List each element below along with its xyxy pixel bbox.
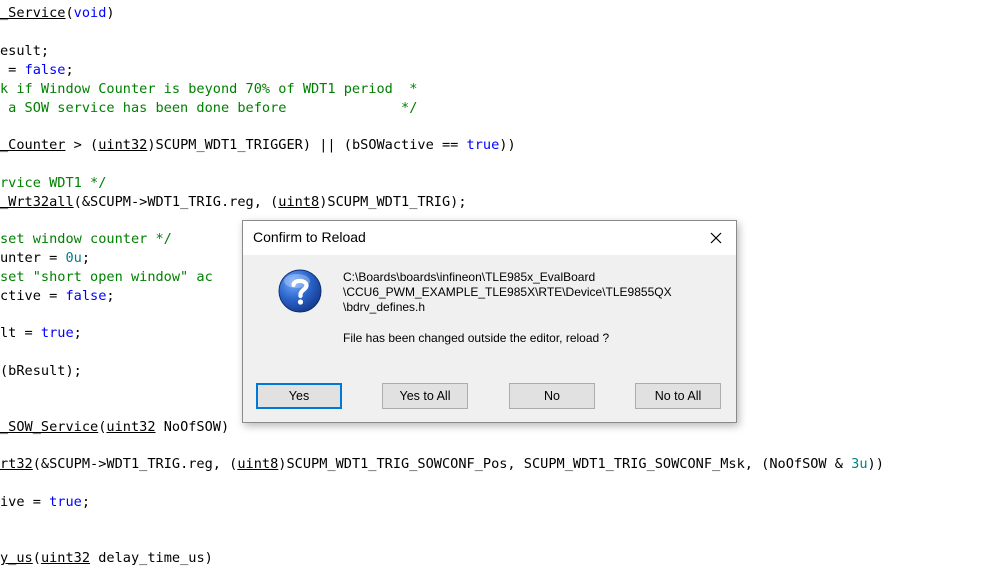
dialog-titlebar: Confirm to Reload [243, 221, 736, 255]
code-token: )SCUPM_WDT1_TRIG); [319, 194, 467, 210]
code-line: (bResult); [0, 362, 82, 380]
code-token: void [73, 5, 107, 21]
code-line: esult; [0, 42, 49, 60]
yes-button[interactable]: Yes [256, 383, 342, 409]
code-token: _SOW_Service [0, 419, 99, 435]
code-token: set "short open window" ac [0, 269, 213, 285]
code-token: ( [32, 550, 41, 566]
code-token: (&SCUPM->WDT1_TRIG.reg, ( [73, 194, 279, 210]
code-line: ive = true; [0, 493, 90, 511]
code-token: _Counter [0, 137, 66, 153]
code-token: ive = [0, 494, 50, 510]
code-token: lt = [0, 325, 41, 341]
code-token: uint32 [106, 419, 156, 435]
code-token: true [49, 494, 82, 510]
file-path-line-3: \bdrv_defines.h [343, 300, 426, 314]
code-token: _Service [0, 5, 66, 21]
code-token: true [466, 137, 500, 153]
code-token: (&SCUPM->WDT1_TRIG.reg, ( [32, 456, 238, 472]
code-token: NoOfSOW) [155, 419, 230, 435]
code-token: y_us [0, 550, 33, 566]
code-token: ; [81, 250, 91, 266]
code-token: )) [499, 137, 516, 153]
file-path: C:\Boards\boards\infineon\TLE985x_EvalBo… [343, 270, 672, 315]
code-token: ctive = [0, 288, 66, 304]
code-line: _SOW_Service(uint32 NoOfSOW) [0, 418, 229, 436]
code-line: a SOW service has been done before */ [0, 99, 417, 117]
code-token: _Wrt32all [0, 194, 74, 210]
code-token: false [65, 288, 107, 304]
dialog-message: File has been changed outside the editor… [343, 331, 610, 345]
code-line: rvice WDT1 */ [0, 174, 106, 192]
code-line: unter = 0u; [0, 249, 90, 267]
code-token: ; [73, 325, 82, 341]
code-line: k if Window Counter is beyond 70% of WDT… [0, 80, 417, 98]
code-token: unter = [0, 250, 66, 266]
code-token: ( [65, 5, 74, 21]
code-token: set window counter */ [0, 231, 172, 247]
yes-to-all-button[interactable]: Yes to All [382, 383, 468, 409]
code-line: _Wrt32all(&SCUPM->WDT1_TRIG.reg, (uint8)… [0, 193, 467, 211]
code-token: ; [65, 62, 74, 78]
code-line: lt = true; [0, 324, 82, 342]
code-token: ; [106, 288, 115, 304]
code-token: = [0, 62, 25, 78]
code-line: _Counter > (uint32)SCUPM_WDT1_TRIGGER) |… [0, 136, 516, 154]
code-token: ; [81, 494, 91, 510]
code-token: delay_time_us) [90, 550, 213, 566]
code-token: k if Window Counter is beyond 70% of WDT… [0, 81, 418, 97]
code-line: y_us(uint32 delay_time_us) [0, 549, 213, 567]
code-token: uint32 [98, 137, 148, 153]
dialog-title: Confirm to Reload [253, 229, 366, 245]
code-token: ) [106, 5, 115, 21]
code-token: )SCUPM_WDT1_TRIGGER) || (bSOWactive == [147, 137, 467, 153]
code-line: _Service(void) [0, 4, 115, 22]
code-token: a SOW service has been done before */ [0, 100, 418, 116]
file-path-line-1: C:\Boards\boards\infineon\TLE985x_EvalBo… [343, 270, 596, 284]
code-token: )SCUPM_WDT1_TRIG_SOWCONF_Pos, SCUPM_WDT1… [278, 456, 852, 472]
file-path-line-2: \CCU6_PWM_EXAMPLE_TLE985X\RTE\Device\TLE… [343, 285, 672, 299]
code-token: esult; [0, 43, 50, 59]
code-token: (bResult); [0, 363, 82, 379]
question-icon [278, 269, 322, 313]
code-token: rt32 [0, 456, 33, 472]
code-token: uint8 [237, 456, 279, 472]
code-line: ctive = false; [0, 287, 115, 305]
code-token: rvice WDT1 */ [0, 175, 107, 191]
code-token: uint8 [278, 194, 320, 210]
code-token: )) [867, 456, 884, 472]
code-line: rt32(&SCUPM->WDT1_TRIG.reg, (uint8)SCUPM… [0, 455, 884, 473]
no-button[interactable]: No [509, 383, 595, 409]
code-token: true [40, 325, 74, 341]
code-token: false [24, 62, 66, 78]
code-line: set "short open window" ac [0, 268, 213, 286]
code-line: set window counter */ [0, 230, 172, 248]
code-token: uint32 [40, 550, 91, 566]
no-to-all-button[interactable]: No to All [635, 383, 721, 409]
dialog-body: C:\Boards\boards\infineon\TLE985x_EvalBo… [243, 255, 736, 422]
close-button[interactable] [704, 226, 728, 250]
close-icon [710, 232, 722, 244]
code-line: = false; [0, 61, 74, 79]
confirm-reload-dialog: Confirm to Reload C:\Boards\boards\infin… [242, 220, 737, 423]
code-token: 3u [851, 456, 868, 472]
code-token: 0u [65, 250, 82, 266]
code-token: > ( [65, 137, 99, 153]
